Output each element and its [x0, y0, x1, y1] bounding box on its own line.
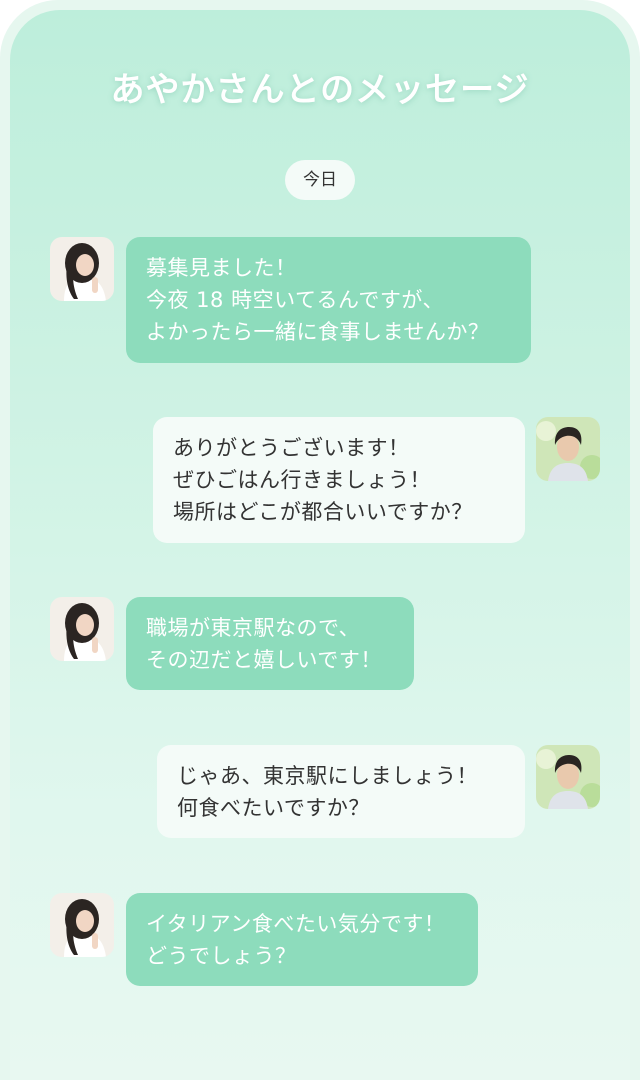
message-bubble-received[interactable]: 職場が東京駅なので、 その辺だと嬉しいです！: [126, 597, 414, 690]
chat-panel: あやかさんとのメッセージ 今日 募集見ました！ 今夜 18 時空いてるんですが、…: [10, 10, 630, 1080]
woman-portrait-avatar-icon: [50, 597, 114, 661]
message-bubble-received[interactable]: イタリアン食べたい気分です！ どうでしょう？: [126, 893, 478, 986]
date-separator: 今日: [285, 160, 355, 200]
message-line: 今夜 18 時空いてるんですが、: [146, 288, 444, 312]
message-line: 場所はどこが都合いいですか？: [173, 500, 473, 524]
man-portrait-avatar-icon: [536, 745, 600, 809]
message-bubble-sent[interactable]: じゃあ、東京駅にしましょう！ 何食べたいですか？: [157, 745, 525, 838]
message-line: その辺だと嬉しいです！: [146, 647, 382, 672]
message-line: 募集見ました！: [146, 256, 297, 280]
message-bubble-sent[interactable]: ありがとうございます！ ぜひごはん行きましょう！ 場所はどこが都合いいですか？: [153, 417, 525, 543]
message-line: 職場が東京駅なので、: [146, 615, 361, 640]
woman-portrait-avatar-icon: [50, 237, 114, 301]
woman-portrait-avatar-icon: [50, 893, 114, 957]
app-frame: あやかさんとのメッセージ 今日 募集見ました！ 今夜 18 時空いてるんですが、…: [0, 0, 640, 1080]
her-avatar[interactable]: [50, 597, 114, 661]
message-line: 何食べたいですか？: [177, 795, 370, 820]
her-avatar[interactable]: [50, 893, 114, 957]
message-line: よかったら一緒に食事しませんか？: [146, 320, 490, 344]
him-avatar[interactable]: [536, 745, 600, 809]
man-portrait-avatar-icon: [536, 417, 600, 481]
page-title: あやかさんとのメッセージ: [110, 70, 530, 110]
message-line: じゃあ、東京駅にしましょう！: [177, 763, 478, 788]
him-avatar[interactable]: [536, 417, 600, 481]
message-line: ありがとうございます！: [173, 436, 410, 460]
her-avatar[interactable]: [50, 237, 114, 301]
message-line: イタリアン食べたい気分です！: [146, 911, 446, 936]
message-line: ぜひごはん行きましょう！: [173, 468, 431, 492]
message-bubble-received[interactable]: 募集見ました！ 今夜 18 時空いてるんですが、 よかったら一緒に食事しませんか…: [126, 237, 531, 363]
message-line: どうでしょう？: [146, 943, 297, 968]
